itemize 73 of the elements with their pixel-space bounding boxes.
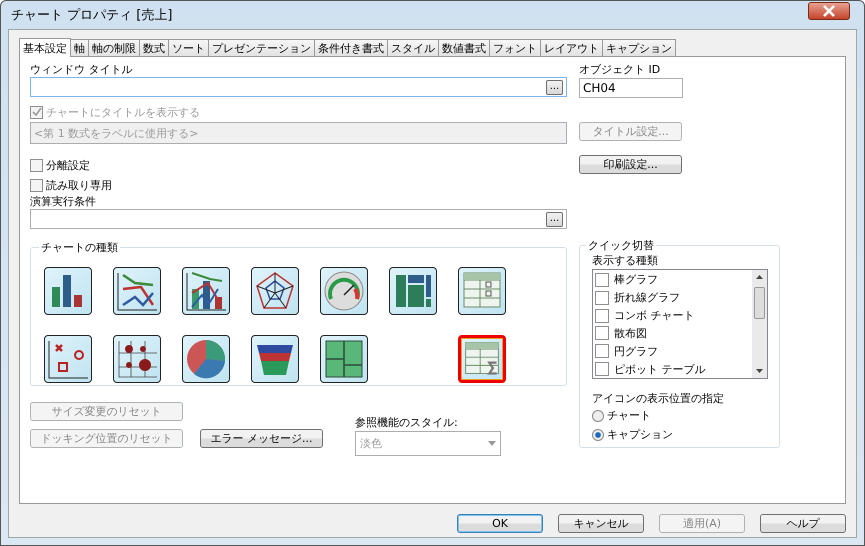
- close-icon: [822, 5, 836, 17]
- input-field[interactable]: ...: [30, 77, 567, 97]
- checkbox[interactable]: [595, 326, 609, 340]
- dialog-button[interactable]: ヘルプ: [760, 514, 846, 533]
- dialog-button[interactable]: キャンセル: [558, 514, 644, 533]
- chart-type-button[interactable]: [251, 267, 299, 315]
- list-item-label: コンボ チャート: [614, 308, 694, 324]
- radio-label: キャプション: [607, 427, 673, 442]
- field-label: ウィンドウ タイトル: [30, 62, 134, 77]
- checkbox[interactable]: [30, 158, 43, 172]
- tab[interactable]: プレゼンテーション: [208, 39, 315, 56]
- input-field[interactable]: CH04: [579, 78, 683, 98]
- chart-type-button[interactable]: [44, 335, 92, 383]
- chart-type-button[interactable]: [113, 267, 161, 315]
- list-item-label: 円グラフ: [614, 344, 658, 359]
- dialog-button[interactable]: OK: [457, 514, 543, 533]
- window-title: チャート プロパティ [売上]: [11, 7, 172, 24]
- tab[interactable]: キャプション: [602, 39, 676, 56]
- chart-type-button[interactable]: [320, 335, 368, 383]
- checkbox[interactable]: [595, 290, 609, 305]
- list-item-label: 散布図: [614, 326, 647, 341]
- tab[interactable]: 数式: [139, 39, 169, 56]
- chart-type-button[interactable]: [113, 335, 161, 383]
- tab[interactable]: フォント: [489, 39, 541, 56]
- scrollbar-thumb[interactable]: [754, 287, 765, 319]
- list-item-label: ピボット テーブル: [614, 362, 706, 377]
- field-label: 参照機能のスタイル:: [355, 415, 459, 430]
- chart-type-button[interactable]: [320, 267, 368, 315]
- list-item-label: 折れ線グラフ: [614, 290, 680, 306]
- group-label: チャートの種類: [40, 240, 119, 255]
- list-item-label: 棒グラフ: [614, 272, 658, 288]
- combo-chart-icon: [184, 269, 228, 313]
- browse-button[interactable]: ...: [546, 212, 563, 226]
- radio-group-label: アイコンの表示位置の指定: [592, 391, 724, 406]
- scroll-down-icon[interactable]: [756, 369, 763, 373]
- chart-type-button[interactable]: [44, 267, 92, 315]
- tab[interactable]: ソート: [168, 39, 209, 56]
- list-label: 表示する種類: [592, 253, 658, 268]
- radio-label: チャート: [607, 408, 651, 423]
- tab[interactable]: 条件付き書式: [314, 39, 388, 56]
- checkbox-label: 分離設定: [46, 158, 90, 172]
- checkbox-label: 読み取り専用: [46, 178, 112, 192]
- checkbox[interactable]: [595, 344, 609, 358]
- error-message-button[interactable]: エラー メッセージ...: [200, 429, 323, 448]
- gauge-chart-icon: [322, 269, 366, 313]
- chart-type-button[interactable]: [251, 335, 299, 383]
- scroll-up-icon[interactable]: [756, 275, 763, 279]
- group-label: クイック切替: [587, 238, 655, 253]
- dropdown-arrow-icon: [488, 441, 496, 446]
- browse-button[interactable]: ...: [546, 80, 563, 94]
- radio-button[interactable]: [592, 410, 604, 422]
- field-label: 演算実行条件: [30, 194, 97, 209]
- pie-chart-icon: [184, 337, 228, 381]
- scrollbar[interactable]: [752, 270, 767, 378]
- input-field[interactable]: ...: [30, 209, 567, 229]
- print-settings-button[interactable]: 印刷設定...: [579, 155, 682, 174]
- chart-type-button[interactable]: [458, 267, 506, 315]
- tab[interactable]: 軸の制限: [88, 39, 140, 56]
- field-label: オブジェクト ID: [579, 62, 660, 77]
- tab[interactable]: レイアウト: [540, 39, 603, 56]
- checkbox-label: チャートにタイトルを表示する: [46, 104, 200, 120]
- checkbox[interactable]: [595, 362, 609, 376]
- checkbox[interactable]: [595, 308, 609, 323]
- tab[interactable]: 基本設定: [19, 38, 71, 57]
- tab[interactable]: 数値書式: [438, 39, 490, 56]
- tab[interactable]: スタイル: [387, 39, 439, 56]
- close-button[interactable]: [808, 2, 850, 20]
- radio-button[interactable]: [592, 428, 604, 440]
- checkbox[interactable]: [30, 178, 43, 192]
- chart-type-button[interactable]: [389, 267, 437, 315]
- checkbox[interactable]: [595, 272, 609, 287]
- chart-type-button[interactable]: [182, 267, 230, 315]
- chart-type-button[interactable]: [182, 335, 230, 383]
